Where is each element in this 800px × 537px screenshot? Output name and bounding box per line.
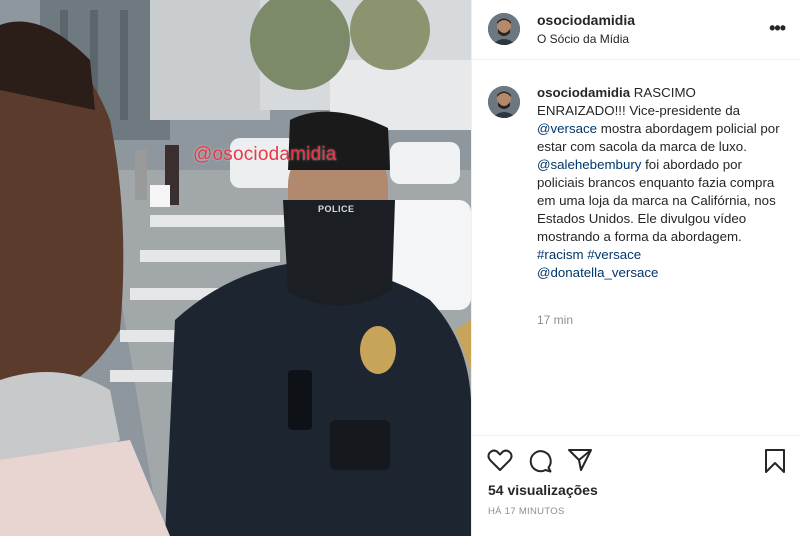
- post-sidebar: osociodamidia O Sócio da Mídia ••• osoci…: [471, 0, 800, 536]
- views-label: visualizações: [503, 482, 598, 498]
- mention-link[interactable]: @donatella_versace: [537, 265, 658, 280]
- header-username[interactable]: osociodamidia: [537, 12, 635, 28]
- post-time-ago[interactable]: HÁ 17 MINUTOS: [488, 506, 565, 517]
- caption-avatar[interactable]: [488, 86, 520, 118]
- police-badge-text: POLICE: [318, 204, 355, 214]
- post-video[interactable]: @osociodamidia POLICE: [0, 0, 471, 536]
- avatar-image: [488, 86, 520, 118]
- caption-username[interactable]: osociodamidia: [537, 85, 630, 100]
- views-number: 54: [488, 482, 504, 498]
- views-count[interactable]: 54 visualizações: [488, 482, 598, 498]
- avatar-image: [488, 13, 520, 45]
- header-subtitle[interactable]: O Sócio da Mídia: [537, 32, 629, 46]
- heart-icon[interactable]: [487, 448, 513, 477]
- post-caption: osociodamidia RASCIMO ENRAIZADO!!! Vice-…: [537, 84, 787, 282]
- avatar[interactable]: [488, 13, 520, 45]
- hashtag-link[interactable]: #versace: [587, 247, 641, 262]
- hashtag-link[interactable]: #racism: [537, 247, 584, 262]
- mention-link[interactable]: @versace: [537, 121, 597, 136]
- video-watermark: @osociodamidia: [193, 144, 337, 165]
- comment-icon[interactable]: [527, 448, 553, 479]
- video-frame: [0, 0, 471, 536]
- share-icon[interactable]: [567, 448, 593, 477]
- bookmark-icon[interactable]: [764, 448, 786, 479]
- mention-link[interactable]: @salehebembury: [537, 157, 641, 172]
- action-bar: 54 visualizações HÁ 17 MINUTOS: [472, 435, 800, 537]
- caption-timestamp[interactable]: 17 min: [537, 313, 573, 327]
- post-header: osociodamidia O Sócio da Mídia •••: [472, 0, 800, 60]
- more-horizontal-icon[interactable]: •••: [769, 19, 786, 37]
